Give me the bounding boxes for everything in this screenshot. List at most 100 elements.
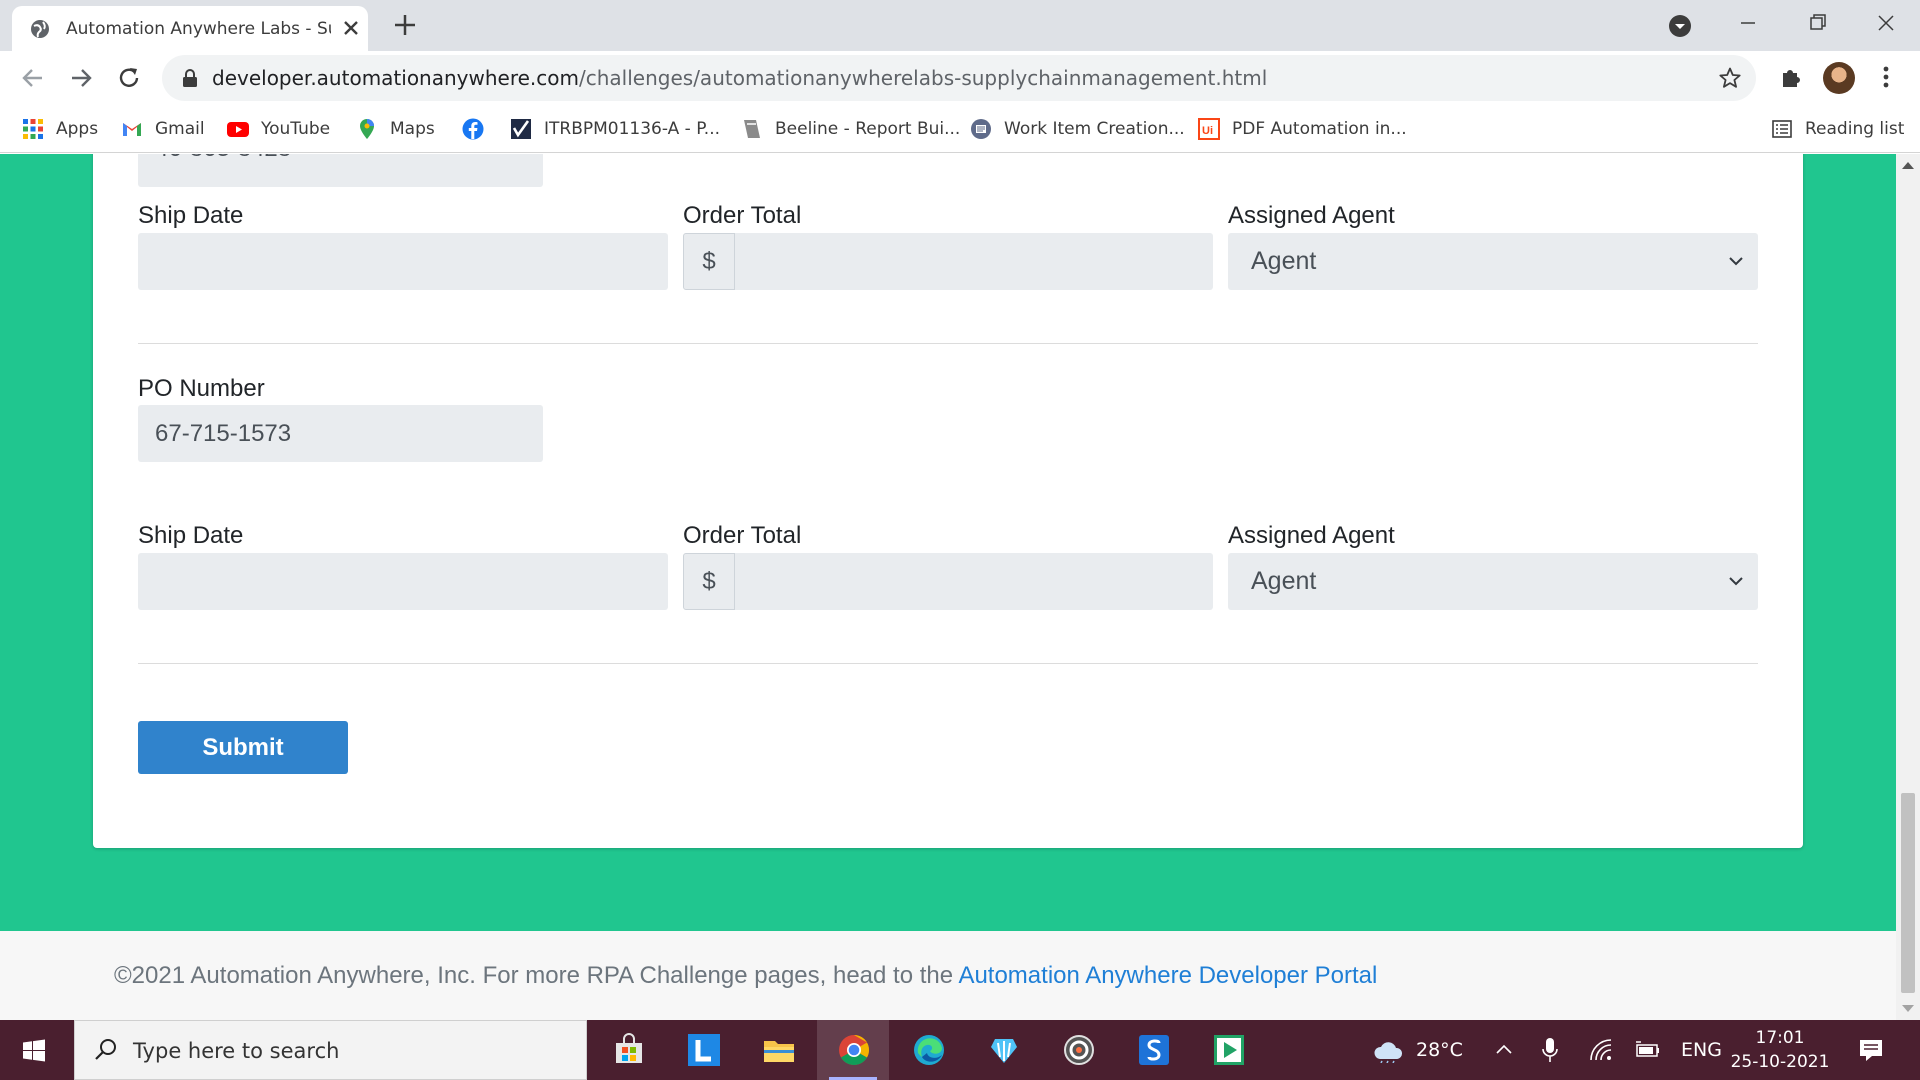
search-placeholder: Type here to search — [133, 1039, 340, 1063]
weather-temp: 28°C — [1416, 1039, 1463, 1061]
globe-icon — [31, 20, 49, 38]
bookmark-label: PDF Automation in... — [1232, 119, 1407, 139]
bookmark-itrbpm[interactable]: ITRBPM01136-A - P... — [510, 115, 720, 143]
scroll-down-arrow-icon[interactable] — [1902, 1005, 1914, 1012]
assigned-agent-select[interactable]: Agent — [1228, 553, 1758, 610]
bookmark-label: Work Item Creation... — [1004, 119, 1185, 139]
ship-date-input[interactable] — [138, 553, 668, 610]
scrollbar-thumb[interactable] — [1901, 793, 1915, 993]
url-domain: developer.automationanywhere.com — [212, 66, 580, 90]
taskbar-search-box[interactable]: Type here to search — [74, 1020, 587, 1080]
bookmark-pdf-automation[interactable]: Ui PDF Automation in... — [1198, 115, 1407, 143]
footer-text: ©2021 Automation Anywhere, Inc. For more… — [114, 962, 1377, 990]
taskbar-store-app[interactable] — [592, 1020, 664, 1080]
assigned-agent-label: Assigned Agent — [1228, 522, 1395, 549]
menu-kebab-icon[interactable] — [1876, 64, 1896, 90]
chevron-down-icon — [1729, 257, 1743, 266]
taskbar-s-app[interactable] — [1117, 1020, 1189, 1080]
wifi-icon[interactable] — [1589, 1038, 1613, 1062]
page-viewport: 46-863-8428 Ship Date Order Total Assign… — [0, 154, 1896, 1020]
order-total-input[interactable] — [735, 553, 1213, 610]
bookmark-gmail[interactable]: Gmail — [121, 115, 205, 143]
page-scrollbar[interactable] — [1896, 154, 1920, 1020]
bookmark-star-icon[interactable] — [1718, 66, 1742, 90]
clock-date: 25-10-2021 — [1730, 1052, 1830, 1072]
profile-avatar[interactable] — [1823, 62, 1855, 94]
search-icon — [95, 1039, 116, 1060]
submit-button[interactable]: Submit — [138, 721, 348, 774]
bookmark-label: ITRBPM01136-A - P... — [544, 119, 721, 139]
uipath-icon: Ui — [1198, 118, 1220, 140]
extensions-puzzle-icon[interactable] — [1778, 64, 1804, 90]
page-footer: ©2021 Automation Anywhere, Inc. For more… — [0, 931, 1896, 1020]
s-app-icon — [1139, 1035, 1169, 1065]
lock-icon[interactable] — [182, 69, 198, 87]
taskbar-clock[interactable]: 17:01 25-10-2021 — [1726, 1026, 1834, 1074]
assigned-agent-select[interactable]: Agent — [1228, 233, 1758, 290]
taskbar-media-app[interactable] — [1042, 1020, 1114, 1080]
reading-list[interactable]: Reading list — [1771, 115, 1904, 143]
bookmark-maps[interactable]: Maps — [356, 115, 435, 143]
po-number-input-partial[interactable]: 46-863-8428 — [138, 154, 543, 187]
ship-date-label: Ship Date — [138, 202, 244, 229]
clock-time: 17:01 — [1755, 1028, 1805, 1048]
taskbar-edge[interactable] — [892, 1020, 964, 1080]
close-window-icon[interactable] — [1866, 8, 1906, 38]
notification-icon[interactable] — [1858, 1037, 1884, 1063]
apps-grid-icon — [23, 119, 43, 139]
order-total-input[interactable] — [735, 233, 1213, 290]
checkmark-doc-icon — [511, 119, 531, 139]
taskbar-chrome[interactable] — [817, 1020, 889, 1080]
order-total-label: Order Total — [683, 202, 802, 229]
bookmark-work-item[interactable]: Work Item Creation... — [970, 115, 1185, 143]
tab-strip: Automation Anywhere Labs - Supply Chain … — [0, 0, 1920, 51]
forward-icon[interactable] — [68, 65, 94, 91]
beeline-icon — [744, 120, 760, 138]
browser-tab[interactable]: Automation Anywhere Labs - Supply Chain … — [12, 6, 368, 51]
language-indicator[interactable]: ENG — [1681, 1020, 1722, 1080]
back-icon[interactable] — [20, 65, 46, 91]
bookmark-label: Apps — [56, 119, 99, 139]
url-text[interactable]: developer.automationanywhere.com/challen… — [212, 66, 1267, 90]
taskbar-player-app[interactable] — [1192, 1020, 1264, 1080]
microphone-icon[interactable] — [1541, 1037, 1559, 1063]
youtube-icon — [227, 122, 249, 137]
order-total-label: Order Total — [683, 522, 802, 549]
disc-icon — [1064, 1035, 1094, 1065]
address-bar[interactable]: developer.automationanywhere.com/challen… — [162, 55, 1756, 101]
section-divider — [138, 343, 1758, 344]
developer-portal-link[interactable]: Automation Anywhere Developer Portal — [958, 962, 1377, 989]
restore-icon[interactable] — [1797, 8, 1837, 38]
new-tab-icon[interactable] — [392, 12, 418, 38]
toolbar: developer.automationanywhere.com/challen… — [0, 51, 1920, 105]
form-card: 46-863-8428 Ship Date Order Total Assign… — [93, 154, 1803, 848]
chevron-up-icon[interactable] — [1494, 1040, 1514, 1060]
section-divider — [138, 663, 1758, 664]
taskbar-l-app[interactable] — [667, 1020, 739, 1080]
chrome-icon — [839, 1035, 870, 1066]
windows-start-icon[interactable] — [22, 1039, 46, 1063]
footer-copyright: ©2021 Automation Anywhere, Inc. For more… — [114, 962, 959, 989]
bookmark-apps[interactable]: Apps — [22, 115, 98, 143]
minimize-icon[interactable] — [1728, 8, 1768, 38]
taskbar-teams-like-app[interactable] — [967, 1020, 1039, 1080]
weather-widget[interactable]: 28°C — [1372, 1020, 1463, 1080]
ship-date-input[interactable] — [138, 233, 668, 290]
tab-search-icon[interactable] — [1668, 14, 1692, 38]
bookmark-label: YouTube — [261, 119, 331, 139]
close-tab-icon[interactable] — [340, 17, 362, 39]
reload-icon[interactable] — [116, 65, 142, 91]
play-app-icon — [1214, 1035, 1244, 1065]
l-app-icon — [688, 1034, 720, 1066]
battery-icon[interactable] — [1635, 1040, 1661, 1060]
currency-addon: $ — [683, 553, 735, 610]
po-number-input[interactable]: 67-715-1573 — [138, 405, 543, 462]
po-number-label: PO Number — [138, 375, 265, 402]
taskbar-file-explorer[interactable] — [742, 1020, 814, 1080]
bookmark-facebook[interactable] — [462, 115, 496, 143]
edge-icon — [914, 1035, 944, 1065]
bookmarks-bar: Apps Gmail YouTube Maps ITRBPM01136-A - … — [0, 105, 1920, 153]
bookmark-beeline[interactable]: Beeline - Report Bui... — [741, 115, 960, 143]
bookmark-youtube[interactable]: YouTube — [227, 115, 330, 143]
scroll-up-arrow-icon[interactable] — [1902, 162, 1914, 169]
